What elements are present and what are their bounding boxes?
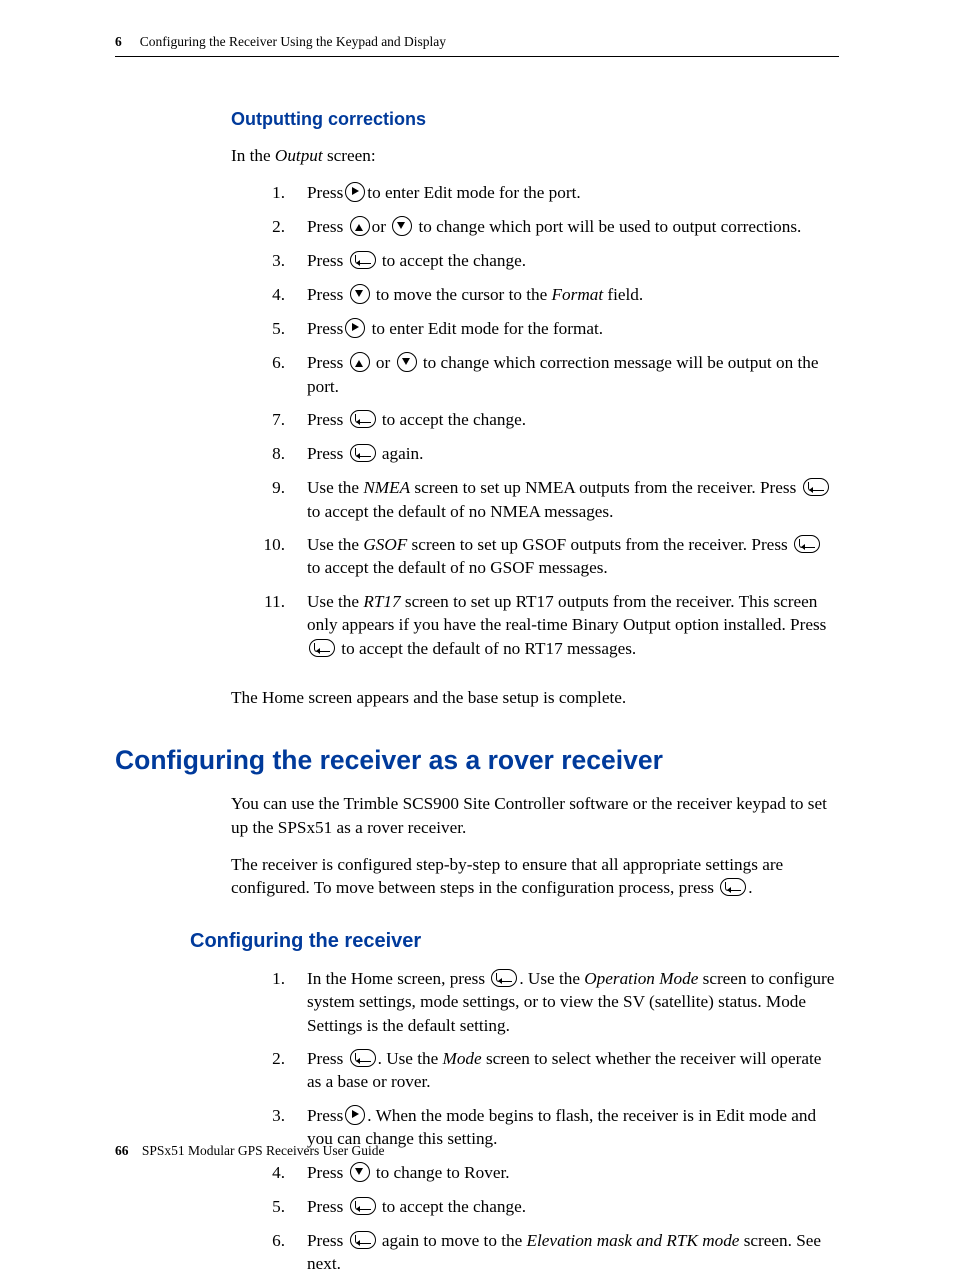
header-rule	[115, 56, 839, 57]
down-arrow-icon	[397, 352, 417, 372]
running-header: 6 Configuring the Receiver Using the Key…	[115, 34, 839, 50]
chapter-title: Configuring the Receiver Using the Keypa…	[140, 34, 446, 50]
page-number: 66	[115, 1143, 129, 1158]
page: 6 Configuring the Receiver Using the Key…	[0, 0, 954, 1235]
list-item: Press to move the cursor to the Format f…	[255, 283, 839, 317]
closing-text: The Home screen appears and the base set…	[231, 686, 839, 709]
list-item: Press again.	[255, 442, 839, 476]
enter-key-icon	[350, 410, 376, 428]
list-item: Press to accept the change.	[255, 249, 839, 283]
down-arrow-icon	[350, 284, 370, 304]
down-arrow-icon	[350, 1162, 370, 1182]
steps-outputting: Pressto enter Edit mode for the port. Pr…	[255, 181, 839, 670]
list-item: Press or to change which port will be us…	[255, 215, 839, 249]
right-arrow-icon	[345, 318, 365, 338]
list-item: Press or to change which correction mess…	[255, 351, 839, 408]
heading-outputting-corrections: Outputting corrections	[231, 109, 839, 130]
enter-key-icon	[803, 478, 829, 496]
body-paragraph: You can use the Trimble SCS900 Site Cont…	[231, 792, 839, 839]
list-item: Press again to move to the Elevation mas…	[255, 1229, 839, 1285]
down-arrow-icon	[392, 216, 412, 236]
steps-configuring: In the Home screen, press . Use the Oper…	[255, 967, 839, 1285]
list-item: Press to change to Rover.	[255, 1161, 839, 1195]
enter-key-icon	[794, 535, 820, 553]
heading-rover-receiver: Configuring the receiver as a rover rece…	[115, 745, 839, 776]
page-footer: 66 SPSx51 Modular GPS Receivers User Gui…	[115, 1143, 385, 1159]
list-item: Press to accept the change.	[255, 408, 839, 442]
enter-key-icon	[720, 878, 746, 896]
list-item: Use the RT17 screen to set up RT17 outpu…	[255, 590, 839, 670]
right-arrow-icon	[345, 1105, 365, 1125]
enter-key-icon	[350, 251, 376, 269]
enter-key-icon	[350, 1197, 376, 1215]
intro-text: In the Output screen:	[231, 144, 839, 167]
enter-key-icon	[491, 969, 517, 987]
up-arrow-icon	[350, 216, 370, 236]
up-arrow-icon	[350, 352, 370, 372]
right-arrow-icon	[345, 182, 365, 202]
body-paragraph: The receiver is configured step-by-step …	[231, 853, 839, 900]
heading-configuring-receiver: Configuring the receiver	[190, 930, 839, 953]
chapter-number: 6	[115, 34, 122, 50]
doc-title: SPSx51 Modular GPS Receivers User Guide	[142, 1143, 385, 1158]
enter-key-icon	[350, 444, 376, 462]
list-item: Pressto enter Edit mode for the port.	[255, 181, 839, 215]
list-item: Use the GSOF screen to set up GSOF outpu…	[255, 533, 839, 590]
list-item: Press to enter Edit mode for the format.	[255, 317, 839, 351]
enter-key-icon	[350, 1231, 376, 1249]
enter-key-icon	[350, 1049, 376, 1067]
list-item: Use the NMEA screen to set up NMEA outpu…	[255, 476, 839, 533]
list-item: Press to accept the change.	[255, 1195, 839, 1229]
list-item: Press . Use the Mode screen to select wh…	[255, 1047, 839, 1104]
enter-key-icon	[309, 639, 335, 657]
list-item: In the Home screen, press . Use the Oper…	[255, 967, 839, 1047]
